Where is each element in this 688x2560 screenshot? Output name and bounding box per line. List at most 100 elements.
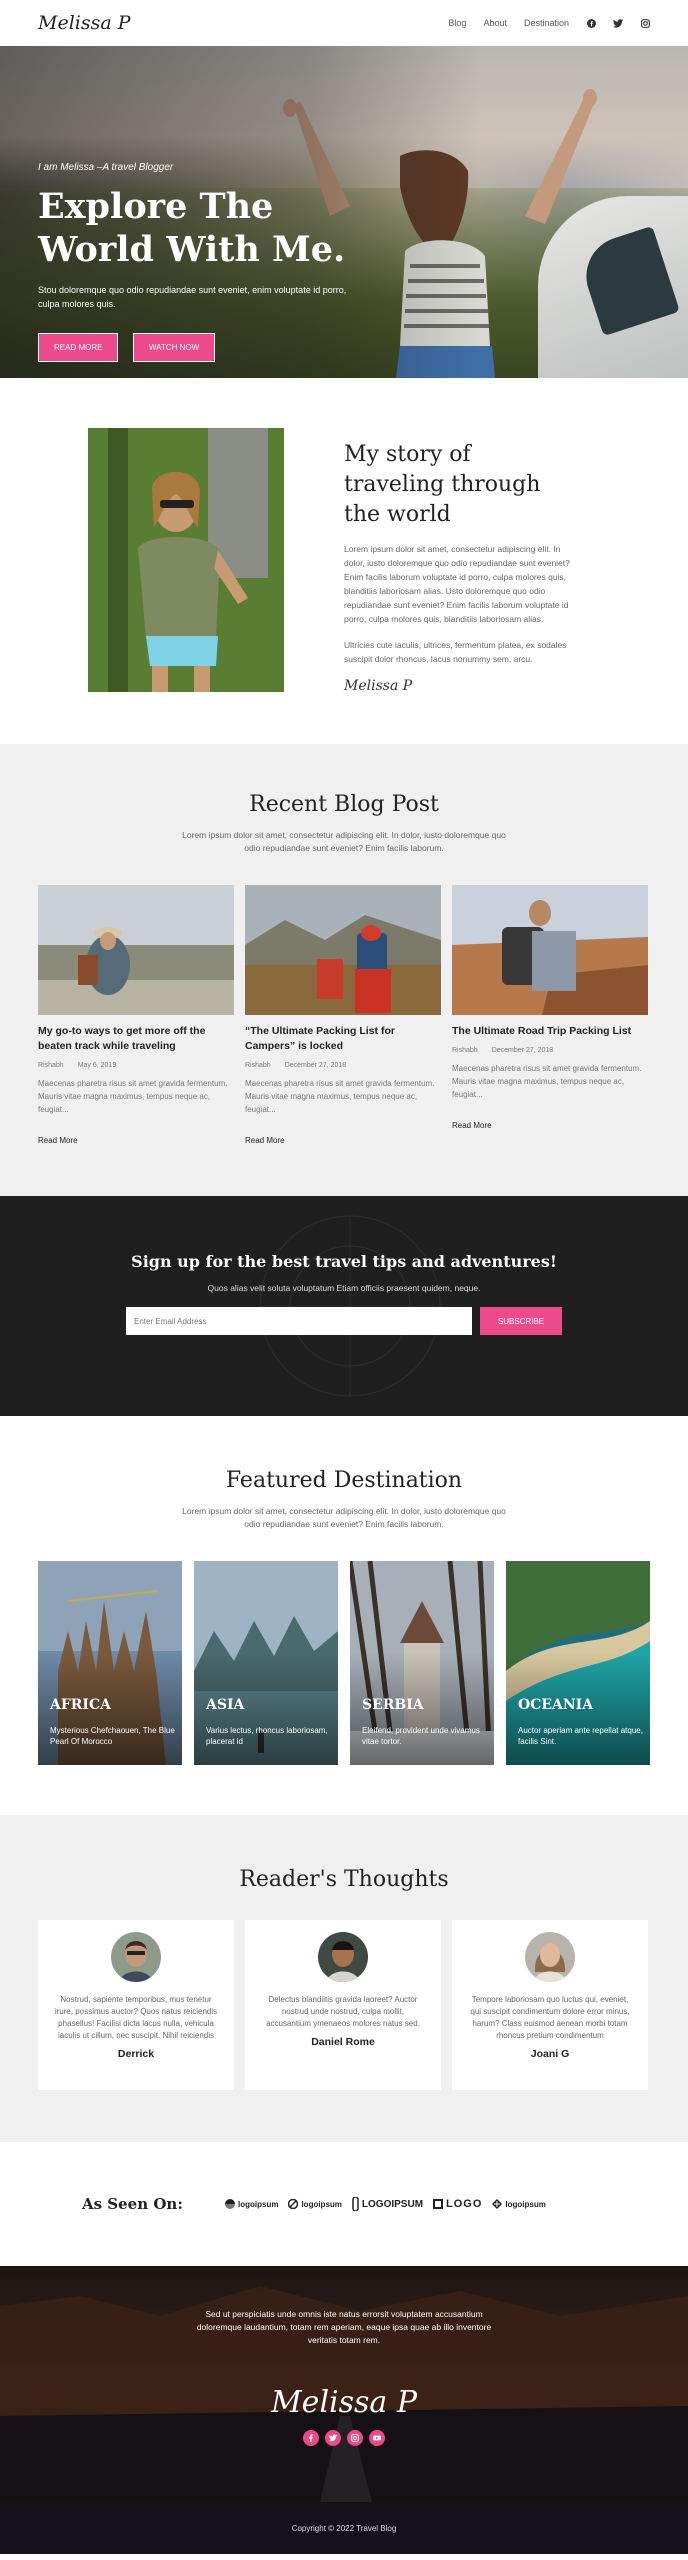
destination-text: Auctor aperiam ante repellat atque, faci… [518,1726,643,1746]
partner-logos: logoipsum logoipsum LOGOIPSUM LOGO logoi… [225,2197,546,2211]
newsletter-form: SUBSCRIBE [0,1307,688,1335]
blog-card-title[interactable]: The Ultimate Road Trip Packing List [452,1024,648,1039]
blog-card-title[interactable]: “The Ultimate Packing List for Campers” … [245,1024,441,1054]
footer-banner: Sed ut perspiciatis unde omnis iste natu… [0,2266,688,2502]
destination-name: ASIA [206,1697,245,1713]
partner-logo: logoipsum [225,2199,278,2209]
destination-card-serbia[interactable]: SERBIA Eleifend, provident unde vivamus … [350,1561,494,1765]
about-paragraph-1: Lorem ipsum dolor sit amet, consectetur … [344,544,570,624]
about-section: My story of traveling through the world … [0,378,688,744]
instagram-icon[interactable] [347,2430,363,2446]
blog-card-title[interactable]: My go-to ways to get more off the beaten… [38,1024,234,1054]
twitter-icon[interactable] [325,2430,341,2446]
facebook-icon[interactable] [303,2430,319,2446]
watch-now-button[interactable]: WATCH NOW [132,333,216,362]
blog-card[interactable]: “The Ultimate Packing List for Campers” … [245,885,441,1148]
email-input[interactable] [126,1307,472,1335]
nav-about[interactable]: About [483,18,507,28]
read-more-button[interactable]: READ MORE [38,333,119,362]
nav-destination[interactable]: Destination [524,18,569,28]
destination-name: OCEANIA [518,1697,594,1713]
site-logo[interactable]: Melissa P [38,12,131,34]
newsletter-text: Quos alias velit soluta voluptatum Etiam… [207,1283,481,1293]
destinations-title: Featured Destination [225,1468,463,1493]
hero-banner: I am Melissa –A travel Blogger Explore T… [0,46,688,378]
destination-text: Varius lectus, rhoncus laboriosam, place… [206,1726,328,1746]
blog-section: Recent Blog Post Lorem ipsum dolor sit a… [0,744,688,1196]
youtube-icon[interactable] [369,2430,385,2446]
blog-thumb[interactable] [38,885,234,1015]
blog-thumb[interactable] [245,885,441,1015]
subscribe-button[interactable]: SUBSCRIBE [480,1307,562,1335]
partner-logo: LOGO [433,2198,482,2210]
newsletter-title: Sign up for the best travel tips and adv… [131,1252,557,1271]
destination-text: Mysterious Chefchaouen, The Blue Pearl O… [50,1726,175,1746]
about-photo [88,428,284,692]
about-title: My story of traveling through the world [344,442,541,527]
about-signature: Melissa P [344,678,413,694]
logo-mark-icon [288,2199,299,2209]
read-more-link[interactable]: Read More [38,1136,78,1145]
about-text: My story of traveling through the world … [344,428,572,694]
copyright-bar: Copyright © 2022 Travel Blog [0,2502,688,2554]
hero-title-line2: World With Me. [38,229,346,270]
blog-card-meta: Rishabh December 27, 2018 [245,1062,441,1069]
footer-socials [0,2430,688,2446]
logo-mark-icon [492,2199,503,2209]
blog-cards: My go-to ways to get more off the beaten… [38,885,650,1148]
hero-title: Explore The World With Me. [38,185,358,271]
partner-logo: LOGOIPSUM [352,2197,423,2211]
about-photo-illustration [88,428,284,692]
destination-name: SERBIA [362,1697,424,1713]
post-author: Rishabh [245,1062,271,1069]
blog-card[interactable]: My go-to ways to get more off the beaten… [38,885,234,1148]
instagram-icon[interactable] [640,18,650,28]
hero-kicker: I am Melissa –A travel Blogger [38,162,174,173]
destinations-subtitle: Lorem ipsum dolor sit amet, consectetur … [182,1506,506,1529]
post-author: Rishabh [38,1062,64,1069]
testimonial-card: Nostrud, sapiente temporibus, mus tenetu… [38,1920,234,2090]
testimonial-card: Delectus blandiitis gravida laoreet? Auc… [245,1920,441,2090]
destination-card-oceania[interactable]: OCEANIA Auctor aperiam ante repellat atq… [506,1561,650,1765]
hero-text: Stou doloremque quo odio repudiandae sun… [38,285,347,309]
partner-logo: logoipsum [288,2199,342,2209]
blog-card-meta: Rishabh December 27, 2018 [452,1047,648,1054]
testimonial-card: Tempore laboriosam quo luctus qui, eveni… [452,1920,648,2090]
blog-thumb[interactable] [452,885,648,1015]
testimonial-cards: Nostrud, sapiente temporibus, mus tenetu… [38,1920,650,2090]
post-author: Rishabh [452,1047,478,1054]
testimonial-text: Nostrud, sapiente temporibus, mus tenetu… [54,1995,218,2040]
footer-logo[interactable]: Melissa P [0,2385,688,2420]
avatar [525,1932,575,1982]
blog-card-meta: Rishabh May 6, 2019 [38,1062,234,1069]
testimonial-text: Delectus blandiitis gravida laoreet? Auc… [266,1995,420,2028]
testimonial-text: Tempore laboriosam quo luctus qui, eveni… [470,1995,630,2040]
logo-mark-icon [352,2197,359,2211]
testimonial-name: Daniel Rome [311,2036,375,2048]
destination-card-asia[interactable]: ASIA Varius lectus, rhoncus laboriosam, … [194,1561,338,1765]
partner-logo: logoipsum [492,2199,546,2209]
blog-card-excerpt: Maecenas pharetra risus sit amet gravida… [245,1079,435,1114]
avatar [111,1932,161,1982]
blog-card[interactable]: The Ultimate Road Trip Packing List Rish… [452,885,648,1148]
hero-title-line1: Explore The [38,186,274,227]
blog-card-excerpt: Maecenas pharetra risus sit amet gravida… [38,1079,228,1114]
destination-card-africa[interactable]: AFRICA Mysterious Chefchaouen, The Blue … [38,1561,182,1765]
site-header: Melissa P Blog About Destination [0,0,688,46]
logo-mark-icon [433,2199,444,2209]
blog-subtitle: Lorem ipsum dolor sit amet, consectetur … [182,830,506,853]
footer-landscape [0,2266,688,2502]
testimonials-section: Reader's Thoughts Nostrud, sapiente temp… [0,1815,688,2142]
as-seen-on-label: As Seen On: [82,2195,183,2213]
nav-blog[interactable]: Blog [448,18,466,28]
post-date: May 6, 2019 [77,1062,117,1069]
post-date: December 27, 2018 [284,1062,347,1069]
as-seen-on: As Seen On: logoipsum logoipsum LOGOIPSU… [0,2142,688,2266]
main-nav: Blog About Destination [448,18,650,28]
read-more-link[interactable]: Read More [452,1121,492,1130]
read-more-link[interactable]: Read More [245,1136,285,1145]
twitter-icon[interactable] [613,18,623,28]
testimonial-name: Derrick [117,2048,155,2060]
facebook-icon[interactable] [586,18,596,28]
about-paragraph-2: Ultricies cute iaculis, ultrices, fermen… [344,640,567,664]
